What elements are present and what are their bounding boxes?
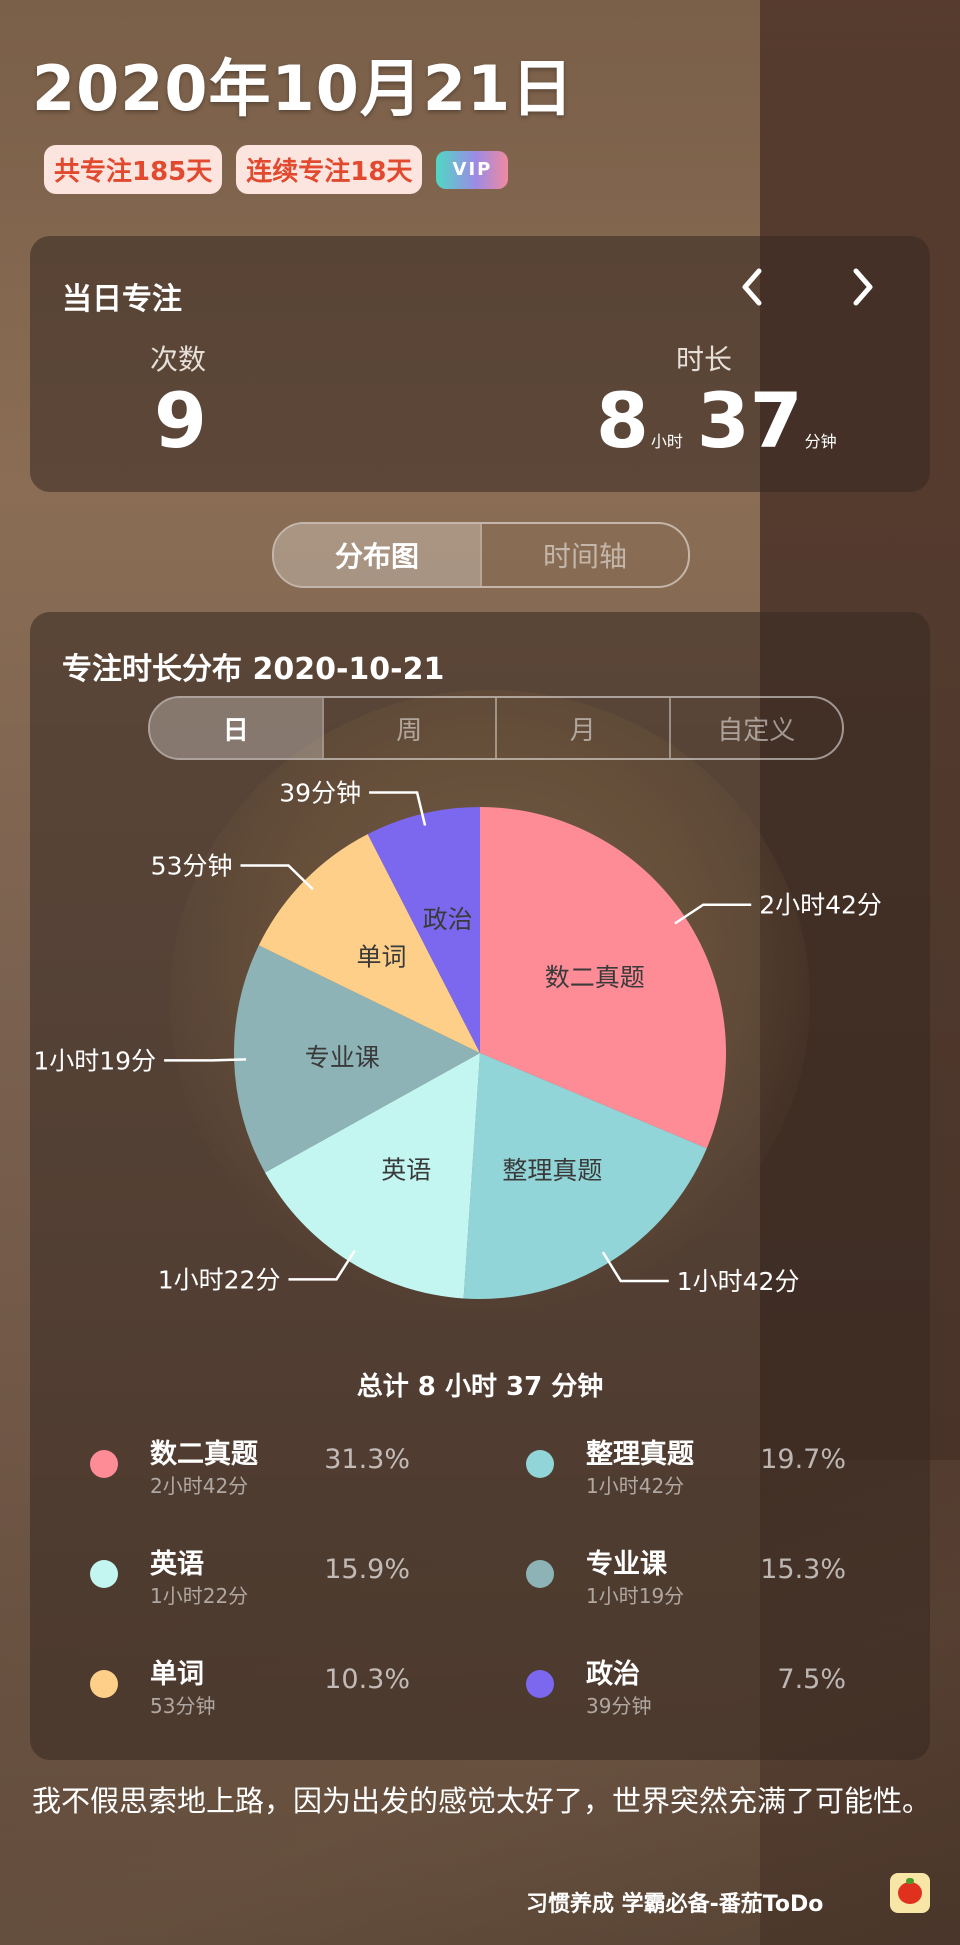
legend-name: 英语 [150, 1549, 204, 1580]
app-logo [890, 1873, 930, 1913]
legend-percent: 15.9% [324, 1554, 410, 1585]
day-focus-card: 当日专注 次数 时长 9 8 小时 37 分钟 [30, 236, 930, 492]
legend-duration: 39分钟 [586, 1694, 652, 1718]
legend-duration: 53分钟 [150, 1694, 216, 1718]
duration-value: 8 小时 37 分钟 [596, 376, 851, 465]
legend-color-dot [526, 1560, 554, 1588]
tab-timeline[interactable]: 时间轴 [480, 524, 688, 586]
legend-color-dot [90, 1450, 118, 1478]
duration-minutes: 37 [696, 376, 803, 465]
view-tab-bar: 分布图 时间轴 [272, 522, 690, 588]
app-tagline: 习惯养成 学霸必备-番茄ToDo [526, 1892, 824, 1917]
duration-minutes-unit: 分钟 [804, 432, 837, 451]
next-day-button[interactable] [838, 262, 888, 312]
legend-item: 整理真题 1小时42分 19.7% [506, 1430, 886, 1500]
tab-custom[interactable]: 自定义 [668, 698, 843, 758]
legend-percent: 31.3% [324, 1444, 410, 1475]
legend-name: 数二真题 [150, 1439, 258, 1470]
duration-label: 时长 [676, 343, 733, 376]
legend-percent: 7.5% [777, 1664, 846, 1695]
legend-duration: 1小时42分 [586, 1474, 685, 1498]
legend-color-dot [90, 1670, 118, 1698]
legend-item: 单词 53分钟 10.3% [70, 1650, 450, 1720]
total-days-badge: 共专注185天 [44, 145, 223, 194]
page-title: 2020年10月21日 [32, 52, 575, 125]
legend-color-dot [526, 1450, 554, 1478]
range-tab-bar: 日 周 月 自定义 [148, 696, 844, 760]
badge-row: 共专注185天 连续专注18天 VIP [44, 145, 509, 194]
legend-percent: 10.3% [324, 1664, 410, 1695]
legend-item: 政治 39分钟 7.5% [506, 1650, 886, 1720]
legend-name: 专业课 [586, 1549, 667, 1580]
legend-name: 整理真题 [586, 1439, 694, 1470]
legend-percent: 19.7% [760, 1444, 846, 1475]
duration-hours-unit: 小时 [650, 432, 683, 451]
vip-badge[interactable]: VIP [436, 150, 509, 189]
prev-day-button[interactable] [727, 262, 777, 312]
count-value: 9 [154, 376, 207, 465]
tab-week[interactable]: 周 [321, 698, 496, 758]
streak-days-badge: 连续专注18天 [236, 145, 423, 194]
quote-text: 我不假思索地上路，因为出发的感觉太好了，世界突然充满了可能性。 [32, 1784, 932, 1818]
legend-item: 数二真题 2小时42分 31.3% [70, 1430, 450, 1500]
legend-item: 英语 1小时22分 15.9% [70, 1540, 450, 1610]
tomato-icon [898, 1878, 922, 1904]
legend-color-dot [526, 1670, 554, 1698]
count-label: 次数 [150, 343, 207, 376]
legend-duration: 1小时22分 [150, 1584, 249, 1608]
tab-day[interactable]: 日 [150, 698, 322, 758]
legend-name: 政治 [586, 1659, 640, 1690]
legend-color-dot [90, 1560, 118, 1588]
duration-hours: 8 [596, 376, 649, 465]
legend-item: 专业课 1小时19分 15.3% [506, 1540, 886, 1610]
legend-duration: 1小时19分 [586, 1584, 685, 1608]
legend-name: 单词 [150, 1659, 204, 1690]
chevron-right-icon [853, 268, 873, 306]
total-duration: 总计 8 小时 37 分钟 [356, 1372, 604, 1402]
chevron-left-icon [742, 268, 762, 306]
tab-month[interactable]: 月 [495, 698, 669, 758]
legend-duration: 2小时42分 [150, 1474, 249, 1498]
tab-distribution[interactable]: 分布图 [274, 524, 480, 586]
distribution-title: 专注时长分布 2020-10-21 [62, 652, 445, 687]
legend-percent: 15.3% [760, 1554, 846, 1585]
day-focus-title: 当日专注 [62, 282, 182, 317]
